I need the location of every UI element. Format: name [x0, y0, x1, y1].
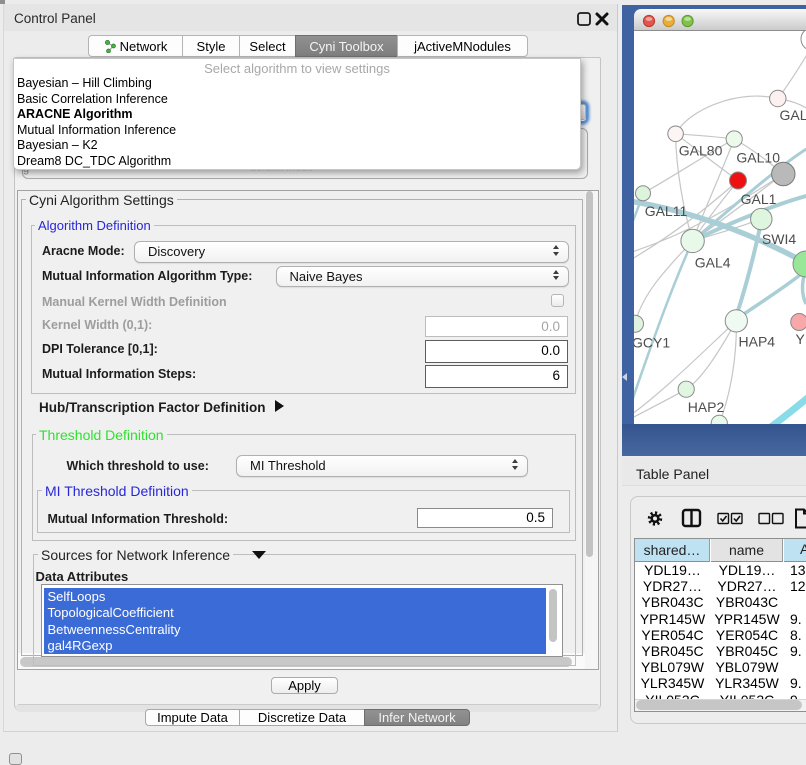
- svg-text:GAL10: GAL10: [736, 150, 780, 166]
- svg-text:HAP4: HAP4: [739, 334, 776, 350]
- svg-text:HAP2: HAP2: [688, 399, 725, 415]
- svg-text:GAL4: GAL4: [695, 255, 731, 271]
- svg-text:SWI4: SWI4: [762, 231, 796, 247]
- svg-text:GAL11: GAL11: [645, 203, 688, 219]
- svg-text:GAL80: GAL80: [679, 143, 723, 159]
- svg-text:GAL1: GAL1: [741, 191, 777, 207]
- svg-text:GCY1: GCY1: [634, 335, 670, 351]
- svg-text:GAL: GAL: [780, 107, 806, 123]
- svg-text:Y: Y: [796, 331, 806, 347]
